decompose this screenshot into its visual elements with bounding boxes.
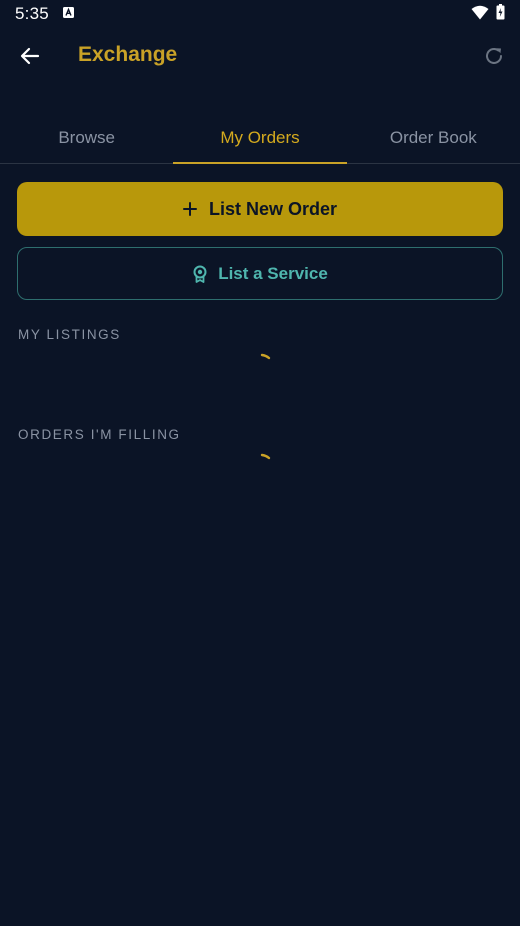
list-service-label: List a Service [218,263,328,283]
status-time: 5:35 [15,4,49,23]
loading-spinner-icon [260,353,271,360]
refresh-icon[interactable] [482,44,506,68]
list-new-order-label: List New Order [208,198,338,219]
notification-a-icon [63,7,74,18]
tab-browse[interactable]: Browse [0,112,173,163]
tab-my-orders[interactable]: My Orders [173,112,347,164]
loading-spinner-icon [260,453,271,460]
wifi-icon [471,5,489,20]
app-bar: Exchange [0,28,520,84]
my-listings-heading: MY LISTINGS [18,327,121,342]
battery-charging-icon [496,4,505,20]
tab-bar: Browse My Orders Order Book [0,112,520,164]
badge-icon [193,265,207,283]
plus-icon [182,202,197,216]
list-new-order-button[interactable]: List New Order [17,182,503,236]
list-service-button[interactable]: List a Service [17,247,503,300]
status-bar: 5:35 [0,0,520,28]
arrow-left-icon[interactable] [18,44,42,68]
tab-order-book[interactable]: Order Book [347,112,520,163]
page-title: Exchange [78,43,178,66]
orders-filling-heading: ORDERS I'M FILLING [18,427,181,442]
